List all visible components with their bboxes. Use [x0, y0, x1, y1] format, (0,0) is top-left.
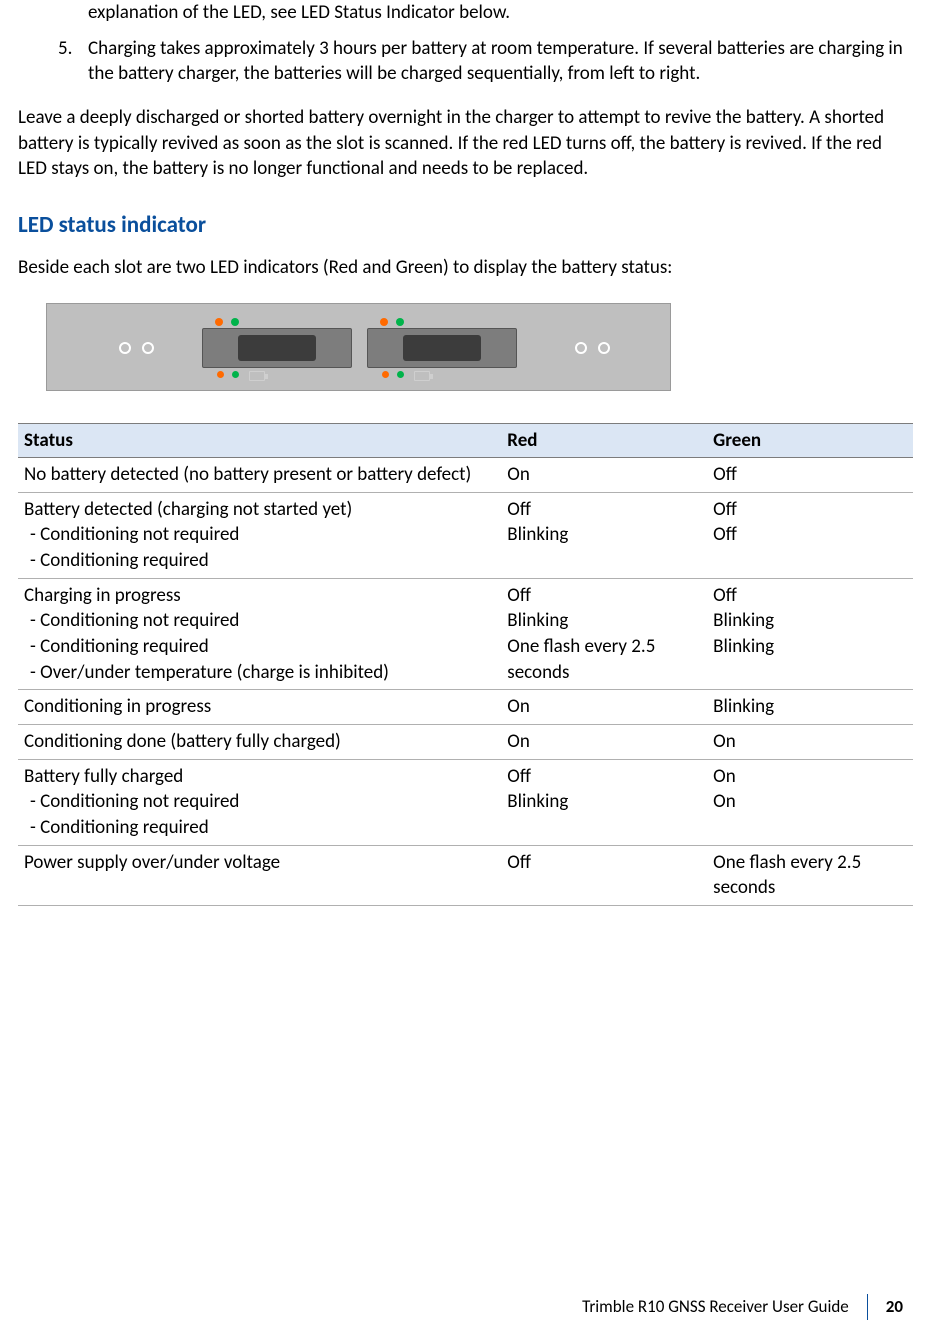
cell-status: Battery fully charged - Conditioning not… [18, 759, 501, 845]
cell-red: OffBlinkingOne flash every 2.5 seconds [501, 578, 707, 690]
cell-green: Blinking [707, 690, 913, 725]
cell-green: One flash every 2.5 seconds [707, 845, 913, 905]
table-row: Charging in progress - Conditioning not … [18, 578, 913, 690]
charger-figure [46, 303, 671, 391]
cell-red: OffBlinking [501, 759, 707, 845]
cell-red: On [501, 724, 707, 759]
footer-page-number: 20 [886, 1296, 903, 1319]
heading-led-status: LED status indicator [18, 210, 913, 241]
cell-green: Off [707, 458, 913, 493]
paragraph-led-intro: Beside each slot are two LED indicators … [18, 255, 913, 281]
th-green: Green [707, 423, 913, 458]
led-orange-icon [380, 318, 388, 326]
list-item-4-continued: explanation of the LED, see LED Status I… [88, 0, 913, 26]
cell-red: Off [501, 845, 707, 905]
list-number-5: 5. [58, 36, 88, 87]
table-row: Conditioning done (battery fully charged… [18, 724, 913, 759]
table-row: Power supply over/under voltageOffOne fl… [18, 845, 913, 905]
led-status-table: Status Red Green No battery detected (no… [18, 423, 913, 906]
table-row: Battery fully charged - Conditioning not… [18, 759, 913, 845]
cell-status: Conditioning done (battery fully charged… [18, 724, 501, 759]
cell-status: Battery detected (charging not started y… [18, 492, 501, 578]
cell-green: OnOn [707, 759, 913, 845]
paragraph-revive: Leave a deeply discharged or shorted bat… [18, 105, 913, 182]
cell-status: Conditioning in progress [18, 690, 501, 725]
cell-red: On [501, 458, 707, 493]
table-row: Battery detected (charging not started y… [18, 492, 913, 578]
th-red: Red [501, 423, 707, 458]
th-status: Status [18, 423, 501, 458]
battery-icon [249, 371, 265, 381]
led-orange-icon [215, 318, 223, 326]
cell-red: On [501, 690, 707, 725]
led-green-icon [231, 318, 239, 326]
battery-icon [414, 371, 430, 381]
table-row: Conditioning in progressOnBlinking [18, 690, 913, 725]
cell-green: OffOff [707, 492, 913, 578]
led-green-icon [396, 318, 404, 326]
table-row: No battery detected (no battery present … [18, 458, 913, 493]
cell-green: OffBlinkingBlinking [707, 578, 913, 690]
cell-status: No battery detected (no battery present … [18, 458, 501, 493]
footer-guide-title: Trimble R10 GNSS Receiver User Guide [582, 1296, 849, 1319]
list-item-5: Charging takes approximately 3 hours per… [88, 36, 913, 87]
cell-green: On [707, 724, 913, 759]
cell-status: Charging in progress - Conditioning not … [18, 578, 501, 690]
cell-red: OffBlinking [501, 492, 707, 578]
page-footer: Trimble R10 GNSS Receiver User Guide 20 [582, 1294, 903, 1320]
cell-status: Power supply over/under voltage [18, 845, 501, 905]
